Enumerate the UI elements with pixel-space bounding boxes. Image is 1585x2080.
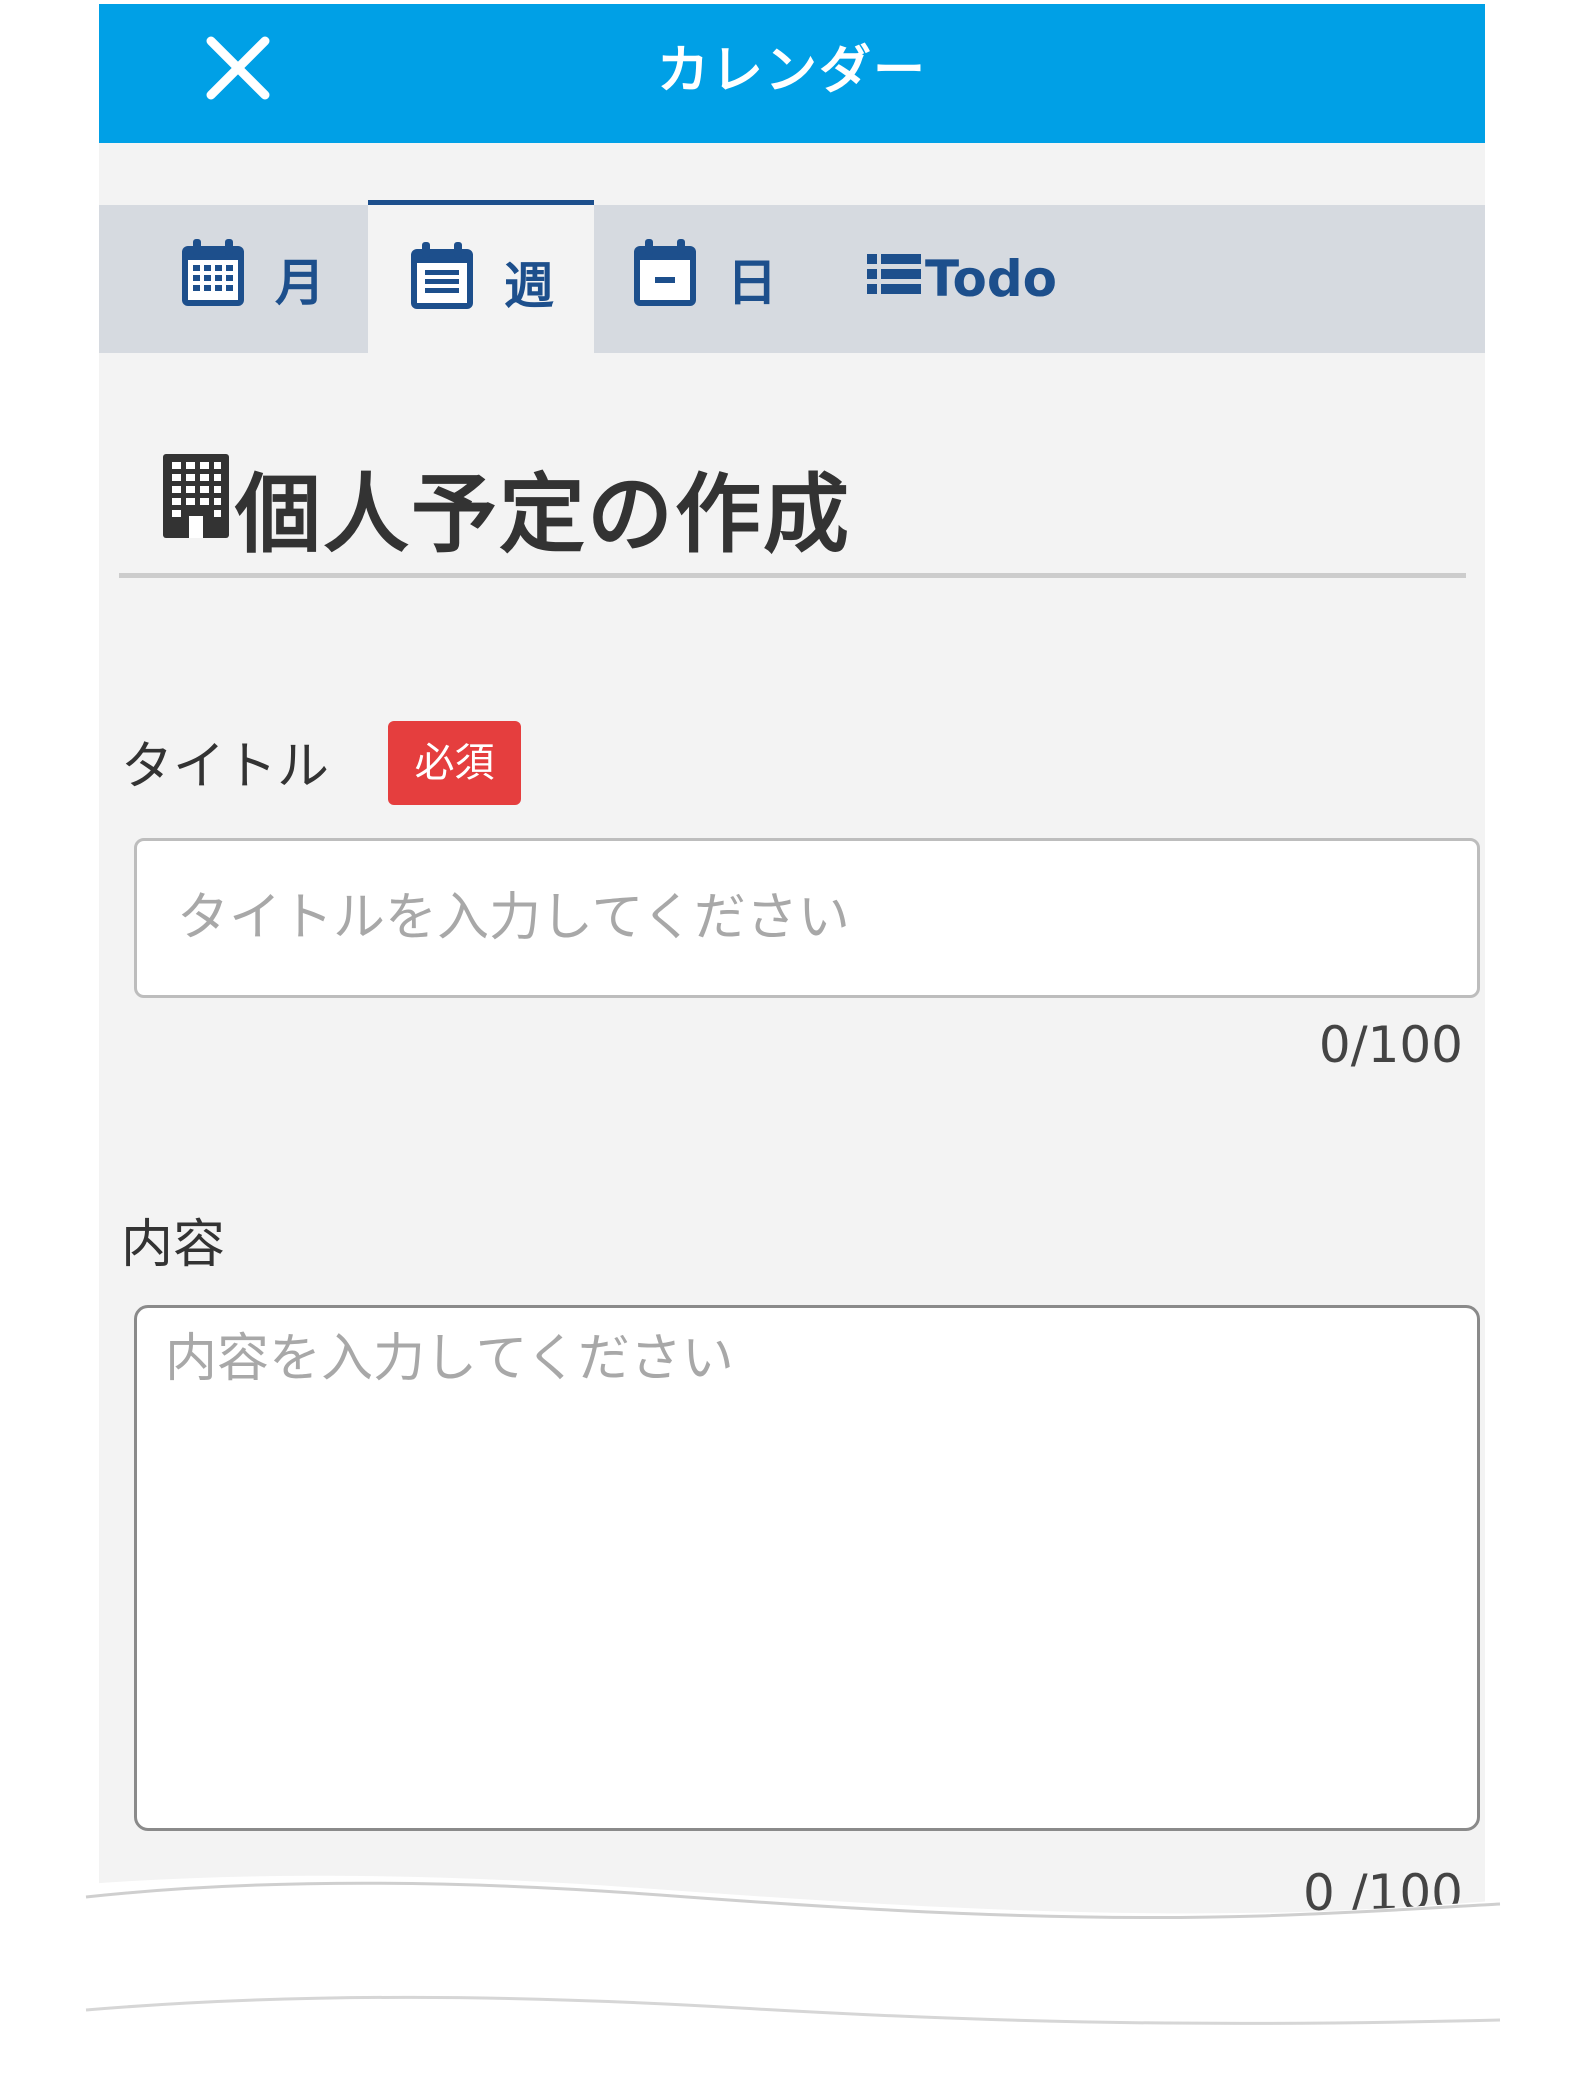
building-icon xyxy=(163,454,229,559)
calendar-week-icon xyxy=(408,240,476,324)
tab-week-label: 週 xyxy=(504,256,554,315)
title-divider xyxy=(119,573,1466,578)
content-field-label: 内容 xyxy=(121,1215,226,1275)
calendar-app: カレンダー 月 週 日 Todo 個人予定の作成 タイトル 必須 タイトルを入力… xyxy=(99,4,1485,1924)
tab-day-label: 日 xyxy=(727,254,777,312)
page-title-text: 個人予定の作成 xyxy=(235,465,851,565)
tab-todo[interactable]: Todo xyxy=(867,205,1057,353)
view-tab-bar: 月 週 日 Todo xyxy=(99,200,1485,358)
header-title: カレンダー xyxy=(656,41,927,101)
content-textarea[interactable] xyxy=(134,1305,1480,1831)
tab-day[interactable]: 日 xyxy=(631,205,777,353)
tab-month-label: 月 xyxy=(275,254,325,312)
calendar-month-icon xyxy=(179,237,247,321)
calendar-day-icon xyxy=(631,237,699,321)
title-field-label: タイトル xyxy=(121,737,330,797)
title-input[interactable] xyxy=(134,838,1480,998)
tab-month[interactable]: 月 xyxy=(179,205,325,353)
title-char-counter: 0/100 xyxy=(1318,1016,1463,1074)
list-icon xyxy=(867,250,921,308)
tab-todo-label: Todo xyxy=(925,250,1057,308)
content-char-counter: 0 /100 xyxy=(1303,1864,1463,1922)
app-header: カレンダー xyxy=(99,4,1485,143)
tab-week[interactable]: 週 xyxy=(368,200,594,358)
page-title: 個人予定の作成 xyxy=(163,444,851,569)
required-badge: 必須 xyxy=(388,721,521,805)
